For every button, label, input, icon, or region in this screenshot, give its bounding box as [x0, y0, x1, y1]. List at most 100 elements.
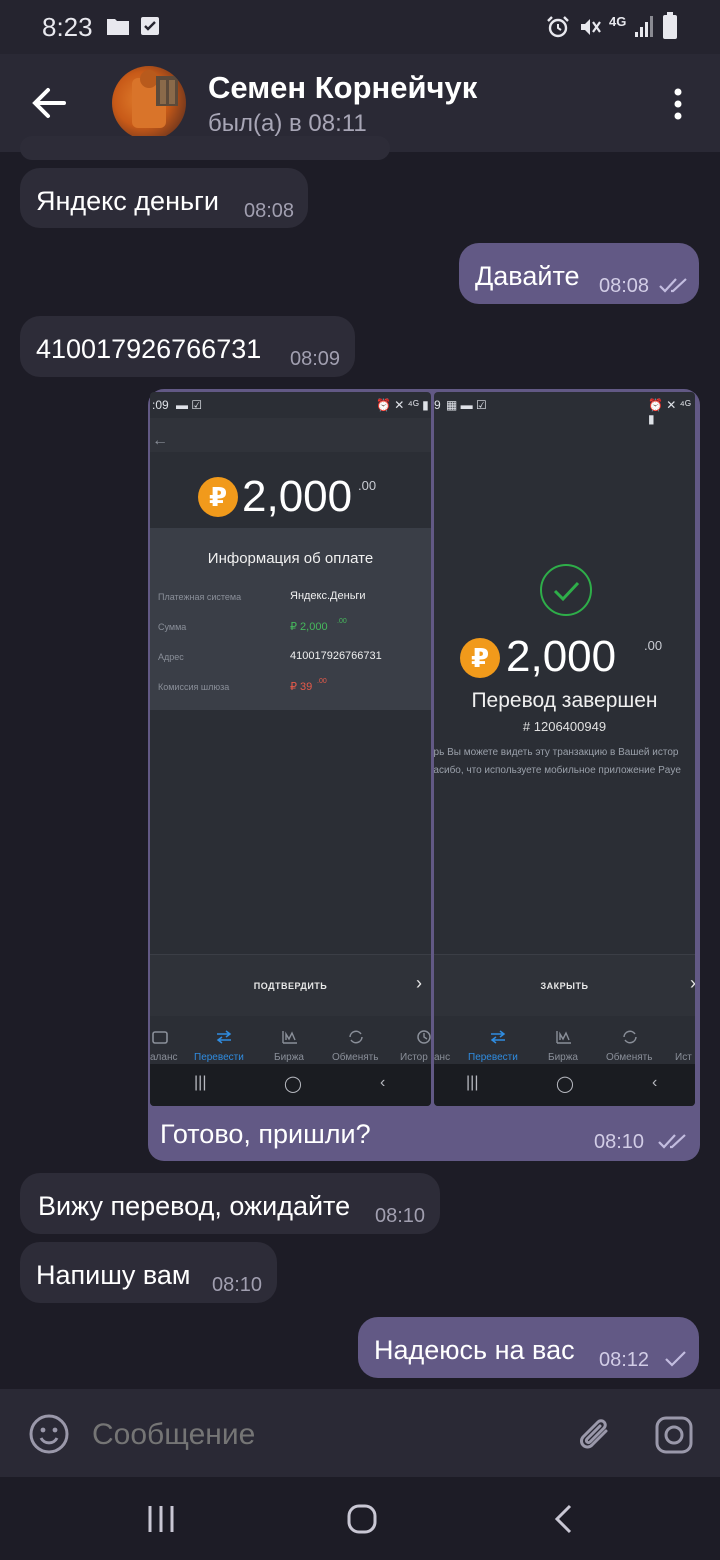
message-time: 08:08	[599, 275, 650, 297]
screenshot-status-time: :09	[152, 398, 169, 412]
nav-label-active: Перевести	[468, 1052, 518, 1063]
message-bubble[interactable]: Яндекс деньги 08:08	[20, 168, 308, 228]
ruble-coin-icon: ₽	[460, 638, 500, 678]
message-bubble[interactable]: Давайте 08:08	[459, 243, 699, 304]
alarm-icon	[547, 16, 569, 38]
screenshot-status-right: ⏰ ✕ ⁴ᴳ ▮	[648, 398, 691, 426]
message-input[interactable]	[92, 1415, 552, 1455]
back-icon: ‹	[380, 1074, 386, 1091]
checkbox-icon	[141, 17, 159, 35]
photo-caption: Готово, пришли?	[160, 1119, 371, 1149]
wallet-icon	[152, 1031, 168, 1044]
camera-icon[interactable]	[654, 1415, 694, 1455]
signal-icon	[635, 16, 653, 37]
message-text: Надеюсь на вас	[374, 1335, 575, 1365]
exchange-icon	[349, 1030, 363, 1044]
info-label: Адрес	[158, 652, 184, 662]
payment-screenshot-complete[interactable]: 9 ▦ ▬ ☑ ⏰ ✕ ⁴ᴳ ▮ ₽ 2,000 .00 Перевод зав…	[434, 392, 695, 1106]
transaction-number: # 1206400949	[522, 719, 607, 734]
avatar[interactable]	[112, 66, 186, 140]
transfer-icon	[216, 1030, 232, 1044]
message-bubble[interactable]: 410017926766731 08:09	[20, 316, 355, 377]
message-time: 08:10	[375, 1205, 426, 1227]
message-time: 08:09	[290, 348, 341, 370]
exchange-icon	[623, 1030, 637, 1044]
transfer-info-text: пасибо, что используете мобильное прилож…	[434, 765, 681, 776]
back-icon: ‹	[652, 1074, 658, 1091]
screenshot-status-bar: 9 ▦ ▬ ☑ ⏰ ✕ ⁴ᴳ ▮	[434, 392, 695, 426]
home-icon[interactable]	[346, 1503, 378, 1535]
emoji-icon[interactable]	[28, 1413, 70, 1455]
recents-icon[interactable]	[146, 1503, 176, 1535]
status-time: 8:23	[42, 12, 93, 42]
status-bar: 8:23 4G	[0, 0, 720, 54]
screenshot-status-right: ⏰ ✕ ⁴ᴳ ▮	[376, 398, 429, 412]
nav-label: Истор	[400, 1052, 428, 1063]
chevron-right-icon: ›	[690, 973, 695, 994]
nav-label: Биржа	[274, 1052, 304, 1063]
more-vert-icon[interactable]	[664, 84, 692, 124]
message-text: 410017926766731	[36, 334, 262, 364]
screenshot-system-nav: ||| ◯ ‹	[150, 1064, 431, 1106]
recents-icon: |||	[466, 1074, 479, 1091]
ruble-coin-icon: ₽	[198, 477, 238, 517]
amount: 2,000	[506, 632, 617, 681]
message-time: 08:12	[599, 1349, 650, 1371]
message-text: Яндекс деньги	[36, 186, 219, 216]
info-label: Платежная система	[158, 592, 242, 602]
system-navigation-bar	[0, 1477, 720, 1560]
history-icon	[417, 1030, 431, 1044]
transfer-complete-title: Перевод завершен	[471, 689, 658, 712]
amount-decimals: .00	[358, 478, 377, 493]
photo-message[interactable]: :09 ▬ ☑ ⏰ ✕ ⁴ᴳ ▮ ← ₽ 2,000 .00 Информаци…	[148, 389, 700, 1161]
screenshot-app-bar	[150, 418, 431, 452]
confirm-button: ПОДТВЕРДИТЬ ›	[150, 954, 431, 1016]
nav-label: анс	[434, 1052, 451, 1063]
check-icon	[665, 1351, 686, 1367]
nav-label: Обменять	[332, 1052, 379, 1063]
success-check-icon	[540, 564, 592, 616]
screenshot-status-bar: :09 ▬ ☑ ⏰ ✕ ⁴ᴳ ▮	[150, 392, 431, 418]
nav-label: Обменять	[606, 1052, 653, 1063]
message-bubble[interactable]: Напишу вам 08:10	[20, 1242, 277, 1303]
transfer-info-text: ерь Вы можете видеть эту транзакцию в Ва…	[434, 747, 679, 758]
message-bubble[interactable]: Надеюсь на вас 08:12	[358, 1317, 699, 1378]
message-input-bar	[0, 1389, 720, 1477]
contact-status: был(а) в 08:11	[208, 110, 367, 137]
amount: 2,000	[242, 472, 353, 521]
double-check-icon	[658, 1134, 686, 1149]
chevron-right-icon: ›	[416, 973, 422, 993]
attach-icon[interactable]	[576, 1413, 616, 1457]
info-value: ₽ 2,000	[290, 621, 328, 633]
info-label: Сумма	[158, 622, 187, 632]
message-text: Напишу вам	[36, 1260, 191, 1290]
info-value-decimals: .00	[317, 678, 327, 685]
chart-icon	[282, 1031, 297, 1044]
message-time: 08:08	[244, 200, 295, 222]
message-bubble-partial	[20, 136, 390, 160]
info-value: Яндекс.Деньги	[290, 590, 366, 602]
message-bubble[interactable]: Вижу перевод, ожидайте 08:10	[20, 1173, 440, 1234]
confirm-button-label: ПОДТВЕРДИТЬ	[253, 981, 328, 991]
nav-label: Биржа	[548, 1052, 578, 1063]
home-icon: ◯	[284, 1076, 302, 1093]
battery-icon	[663, 12, 677, 39]
screenshot-bottom-nav: аланс Перевести Биржа Обменять Истор	[150, 1016, 431, 1064]
message-text: Давайте	[475, 261, 580, 291]
mute-icon	[581, 19, 601, 35]
info-value: 410017926766731	[290, 650, 382, 662]
info-value-decimals: .00	[337, 618, 347, 625]
amount-decimals: .00	[644, 638, 663, 653]
home-icon: ◯	[556, 1076, 574, 1093]
message-text: Вижу перевод, ожидайте	[38, 1191, 351, 1221]
payment-info-panel: Информация об оплате Платежная система Я…	[150, 528, 431, 710]
info-value: ₽ 39	[290, 681, 313, 693]
double-check-icon	[659, 278, 687, 293]
back-arrow-icon[interactable]	[26, 80, 72, 126]
network-type: 4G	[609, 14, 627, 29]
message-time: 08:10	[594, 1131, 645, 1153]
back-icon[interactable]	[552, 1503, 576, 1535]
back-arrow-icon: ←	[152, 432, 168, 449]
payment-screenshot-confirm[interactable]: :09 ▬ ☑ ⏰ ✕ ⁴ᴳ ▮ ← ₽ 2,000 .00 Информаци…	[150, 392, 431, 1106]
contact-name[interactable]: Семен Корнейчук	[208, 70, 477, 106]
